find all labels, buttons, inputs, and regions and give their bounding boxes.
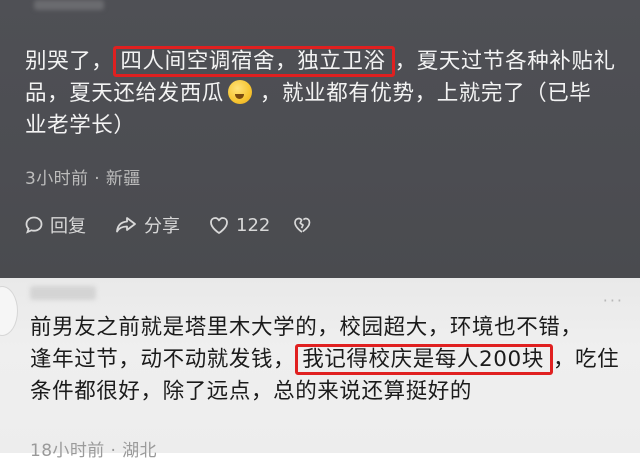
share-arrow-icon xyxy=(116,217,136,233)
comment-text-2: 前男友之前就是塔里木大学的，校园超大，环境也不错， 逢年过节，动不动就发钱， 我记… xyxy=(30,312,619,408)
separator: · xyxy=(110,441,117,461)
comment-card-1: 别哭了， 四人间空调宿舍，独立卫浴 ，夏天过节各种补贴礼 品，夏天还给发西瓜 ，就业都… xyxy=(0,0,640,278)
heart-icon xyxy=(210,217,228,234)
text-segment: 逢年过节，动不动就发钱， xyxy=(30,347,296,372)
text-segment: 别哭了， xyxy=(25,49,114,74)
text-segment: ，就业都有优势，上就完了（已毕 xyxy=(259,81,592,106)
comment-line: 别哭了， 四人间空调宿舍，独立卫浴 ，夏天过节各种补贴礼 xyxy=(25,46,616,78)
highlight-box: 四人间空调宿舍，独立卫浴 xyxy=(113,46,395,77)
text-segment: ，吃住 xyxy=(552,347,620,372)
timestamp: 18小时前 xyxy=(30,441,105,461)
username-redacted xyxy=(34,0,104,10)
comment-text-1: 别哭了， 四人间空调宿舍，独立卫浴 ，夏天过节各种补贴礼 品，夏天还给发西瓜 ，就业都… xyxy=(25,46,616,142)
share-label: 分享 xyxy=(144,216,180,237)
comment-actions: 回复 分享 122 xyxy=(24,212,346,238)
like-button[interactable]: 122 xyxy=(208,215,270,236)
text-segment: ，夏天过节各种补贴礼 xyxy=(394,49,616,74)
dislike-button[interactable] xyxy=(292,215,318,235)
share-button[interactable]: 分享 xyxy=(114,212,180,238)
reply-label: 回复 xyxy=(50,216,86,237)
timestamp: 3小时前 xyxy=(25,169,89,189)
comment-line: 前男友之前就是塔里木大学的，校园超大，环境也不错， xyxy=(30,315,583,340)
username-redacted xyxy=(30,286,96,300)
more-options-icon[interactable]: ··· xyxy=(603,293,624,309)
comment-line: 逢年过节，动不动就发钱， 我记得校庆是每人200块 ，吃住 xyxy=(30,344,619,376)
comment-line: 业老学长） xyxy=(25,113,136,138)
broken-heart-icon xyxy=(294,217,311,233)
text-segment: 品，夏天还给发西瓜 xyxy=(25,81,224,106)
comment-line: 品，夏天还给发西瓜 ，就业都有优势，上就完了（已毕 xyxy=(25,78,616,110)
highlight-box: 我记得校庆是每人200块 xyxy=(295,344,553,375)
location: 湖北 xyxy=(122,441,157,461)
grimacing-face-emoji-icon xyxy=(227,80,252,104)
comment-bubble-icon xyxy=(25,216,43,234)
reply-button[interactable]: 回复 xyxy=(24,212,86,238)
comment-meta-2: 18小时前 · 湖北 xyxy=(30,436,157,461)
separator: · xyxy=(94,169,101,189)
comment-meta-1: 3小时前 · 新疆 xyxy=(25,164,141,189)
like-count: 122 xyxy=(236,214,271,236)
comment-line: 条件都很好，除了远点，总的来说还算挺好的 xyxy=(30,379,473,404)
location: 新疆 xyxy=(105,169,141,189)
